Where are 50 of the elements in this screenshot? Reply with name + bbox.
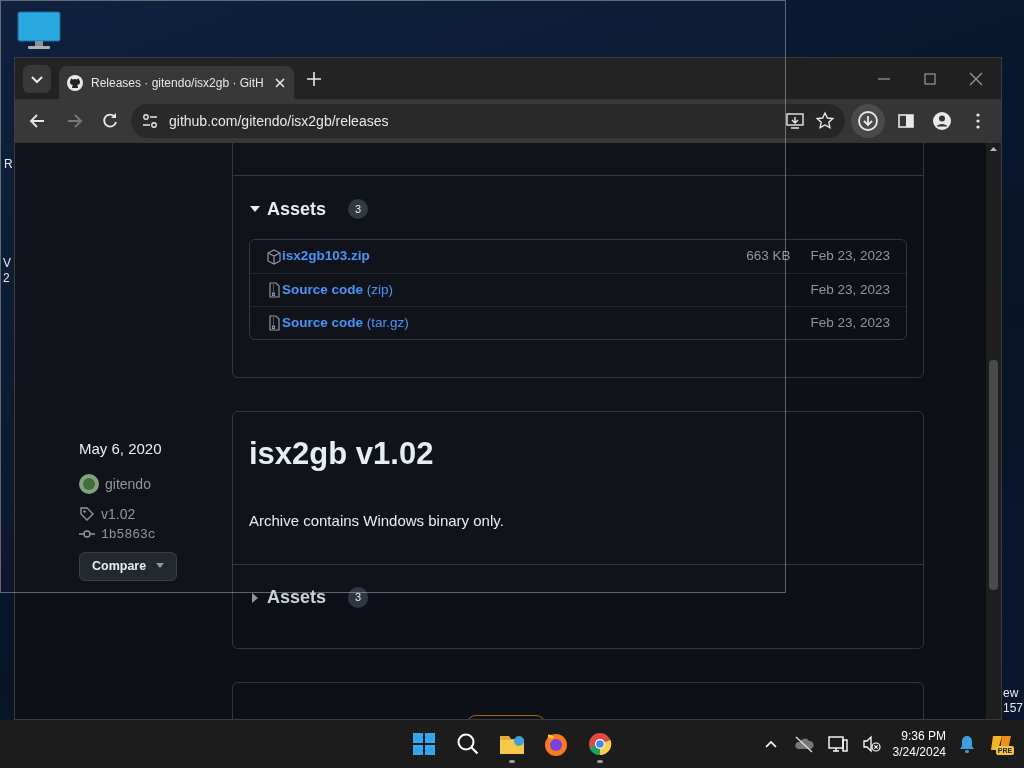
desktop-icon-label[interactable]: 157 [1003,701,1024,715]
scrollbar-thumb[interactable] [989,360,998,590]
star-icon[interactable] [815,111,835,131]
release-description: Archive contains Windows binary only. [233,510,923,565]
asset-date: Feb 23, 2023 [810,313,890,332]
asset-link[interactable]: Source code (zip) [282,279,394,301]
running-indicator [597,760,603,763]
cloud-off-icon[interactable] [792,734,815,754]
github-icon [67,74,83,91]
tab-title: Releases · gitendo/isx2gb · GitH [91,74,264,92]
clock-date: 3/24/2024 [892,744,946,760]
author-link[interactable]: gitendo [105,473,151,495]
clock[interactable]: 9:36 PM 3/24/2024 [892,728,946,760]
bell-icon[interactable] [958,734,976,754]
address-bar[interactable]: github.com/gitendo/isx2gb/releases [131,104,845,138]
asset-link[interactable]: Source code (tar.gz) [282,312,409,334]
caret-icon [156,563,165,570]
package-icon [266,248,282,265]
compare-button[interactable]: Compare [79,552,178,581]
assets-toggle[interactable]: Assets 3 [249,196,907,222]
volume-muted-icon[interactable] [860,734,881,754]
install-app-icon[interactable] [785,111,805,131]
commit-link[interactable]: 1b5863c [101,524,156,544]
site-settings-icon [141,112,159,130]
asset-link[interactable]: isx2gb103.zip [282,246,370,267]
assets-toggle[interactable]: Assets 3 [249,584,907,611]
download-icon[interactable] [851,104,885,138]
asset-date: Feb 23, 2023 [810,247,890,266]
desktop-icon-label[interactable]: 2 [3,271,10,285]
browser-tab[interactable]: Releases · gitendo/isx2gb · GitH [59,66,294,99]
tag-icon [79,506,95,522]
release-date: May 6, 2020 [79,439,163,459]
zip-file-icon [266,315,282,331]
avatar-icon [79,474,99,494]
tag-link[interactable]: v1.02 [101,503,136,525]
asset-count: 3 [348,198,369,220]
url-text: github.com/gitendo/isx2gb/releases [169,111,390,131]
desktop-icon-label[interactable]: R [4,157,13,171]
asset-date: Feb 23, 2023 [810,280,890,299]
clock-time: 9:36 PM [900,728,946,744]
asset-count: 3 [348,587,369,608]
network-icon[interactable] [826,734,849,754]
scrollbar[interactable] [986,143,1001,719]
monitor-icon [17,11,61,51]
desktop-icon-label[interactable]: V [3,256,11,270]
running-indicator [509,760,515,763]
release-title[interactable]: isx2gb v1.02 [249,434,434,474]
zip-file-icon [266,282,282,298]
desktop-icon-label[interactable]: ew [1003,686,1019,700]
tab-list-button[interactable] [23,64,51,93]
